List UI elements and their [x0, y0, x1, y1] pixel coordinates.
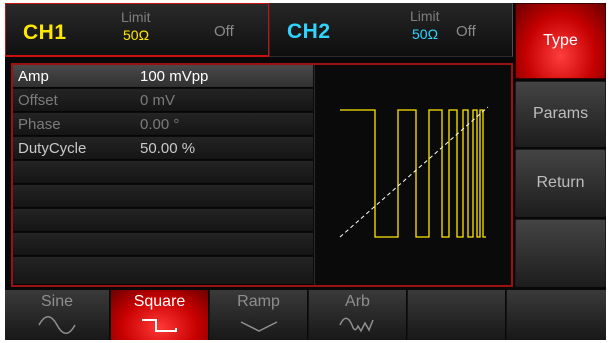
channel-1-impedance: 50Ω	[123, 27, 150, 43]
param-row-empty	[13, 257, 313, 285]
param-name-dutycycle: DutyCycle	[18, 140, 87, 157]
waveform-preview	[316, 65, 511, 285]
generator-screen: CH1 Limit 50Ω Off CH2 Limit 50Ω Off Type…	[5, 3, 606, 340]
channel-2-output-state: Off	[456, 23, 476, 40]
channel-2-limit-label: Limit	[410, 8, 440, 24]
square-wave-icon	[141, 319, 177, 332]
param-row-empty	[13, 233, 313, 256]
channel-1-limit-label: Limit	[121, 9, 151, 25]
sweep-trend-line	[339, 106, 489, 238]
waveform-type-tabs: Sine Square Ramp Arb	[5, 290, 606, 340]
tab-sine-label: Sine	[40, 293, 74, 310]
tab-square[interactable]: Square	[111, 290, 209, 340]
channel-1-name: CH1	[23, 21, 67, 44]
param-row-empty	[13, 209, 313, 232]
arbitrary-wave-icon	[338, 317, 374, 333]
param-value-phase: 0.00 °	[140, 116, 180, 133]
tab-arb-label: Arb	[345, 293, 370, 310]
channel-1-output-state: Off	[214, 23, 234, 40]
channel-2-name: CH2	[287, 20, 331, 43]
softkey-params[interactable]: Params	[515, 81, 606, 147]
param-name-amp: Amp	[18, 68, 49, 85]
softkey-empty[interactable]	[515, 219, 606, 287]
parameter-panel: Amp 100 mVpp Offset 0 mV Phase 0.00 ° Du…	[11, 63, 513, 287]
param-row-empty	[13, 185, 313, 208]
param-value-offset: 0 mV	[140, 92, 176, 109]
param-row-empty	[13, 161, 313, 184]
channel-2-impedance: 50Ω	[412, 26, 439, 42]
ramp-wave-icon	[240, 321, 277, 332]
param-value-dutycycle: 50.00 %	[140, 140, 196, 157]
channel-2-status[interactable]: CH2 Limit 50Ω Off	[269, 3, 513, 57]
tab-ramp[interactable]: Ramp	[210, 290, 308, 340]
square-waveform-preview-graphic	[339, 106, 489, 238]
parameter-list: Amp 100 mVpp Offset 0 mV Phase 0.00 ° Du…	[13, 65, 315, 285]
tab-empty[interactable]	[408, 290, 506, 340]
tab-arb[interactable]: Arb	[309, 290, 407, 340]
tab-square-label: Square	[133, 293, 186, 310]
channel-1-status[interactable]: CH1 Limit 50Ω Off	[5, 3, 269, 57]
param-name-phase: Phase	[18, 116, 61, 133]
tab-ramp-label: Ramp	[237, 293, 280, 310]
param-name-offset: Offset	[18, 92, 58, 109]
tab-empty[interactable]	[507, 290, 606, 340]
sine-wave-icon	[38, 316, 76, 334]
softkey-type[interactable]: Type	[515, 3, 606, 79]
param-row-phase[interactable]: Phase 0.00 °	[13, 113, 313, 136]
param-row-offset[interactable]: Offset 0 mV	[13, 89, 313, 112]
param-value-amp: 100 mVpp	[140, 68, 209, 85]
param-row-amp[interactable]: Amp 100 mVpp	[13, 65, 313, 88]
param-row-dutycycle[interactable]: DutyCycle 50.00 %	[13, 137, 313, 160]
softkey-return[interactable]: Return	[515, 149, 606, 217]
tab-sine[interactable]: Sine	[5, 290, 110, 340]
